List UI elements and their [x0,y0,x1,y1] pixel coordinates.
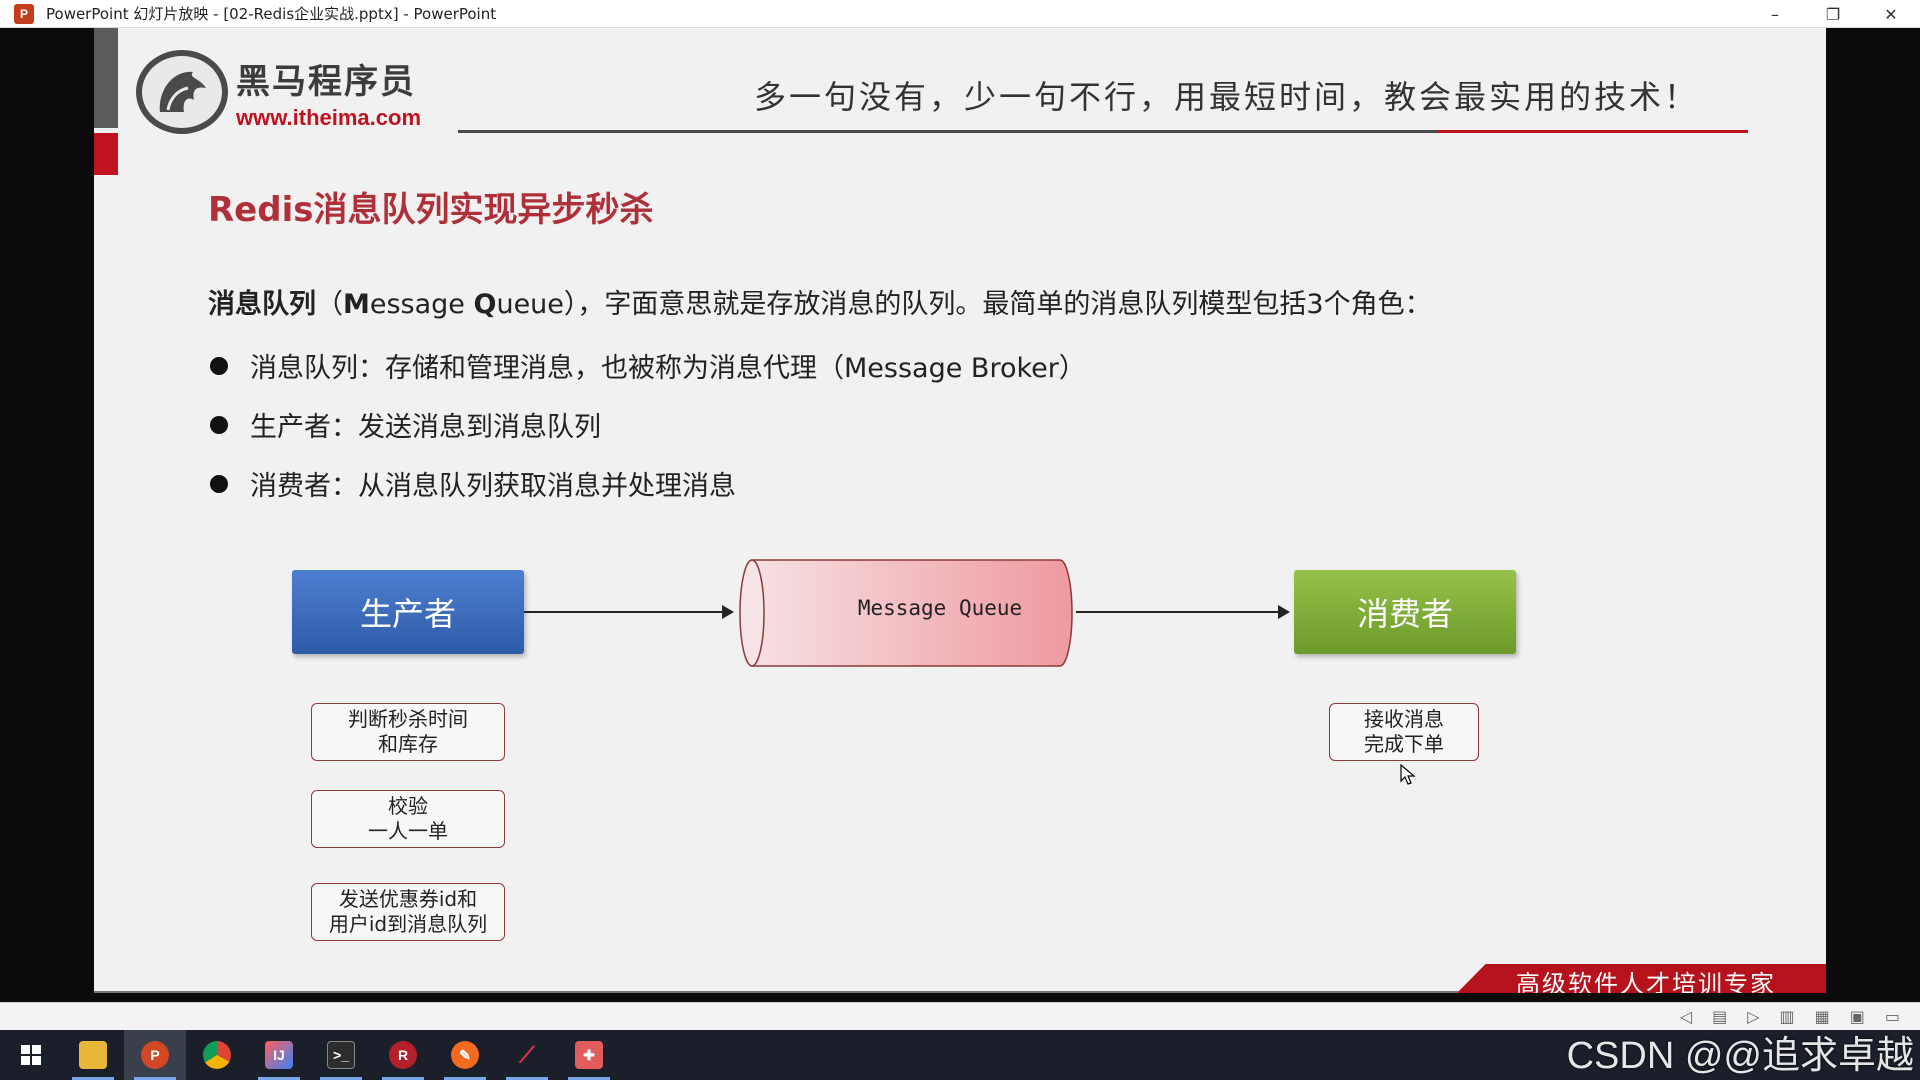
consumer-box: 消费者 [1294,570,1516,654]
mouse-cursor-icon [1400,764,1416,785]
footer-ribbon-text: 高级软件人才培训专家 [1516,970,1776,993]
producer-note-send-to-queue: 发送优惠券id和 用户id到消息队列 [311,883,505,941]
bullet-dot-icon [210,474,228,493]
slide-canvas[interactable]: 黑马程序员 www.itheima.com 多一句没有，少一句不行，用最短时间，… [94,28,1826,993]
close-button[interactable]: ✕ [1862,0,1920,28]
footer-ribbon: 高级软件人才培训专家 [1456,964,1826,993]
producer-note-check-time-stock: 判断秒杀时间 和库存 [311,703,505,761]
queue-to-consumer-arrow [1076,605,1290,619]
powerpoint-icon[interactable]: P [124,1030,186,1080]
horse-logo-icon [136,50,228,134]
pen-tool-icon[interactable]: ⟋ [496,1030,558,1080]
window-titlebar: P PowerPoint 幻灯片放映 - [02-Redis企业实战.pptx]… [0,0,1920,28]
bullet-item: 消息队列：存储和管理消息，也被称为消息代理（Message Broker） [208,336,1086,395]
csdn-watermark: CSDN @@追求卓越 [1566,1035,1914,1077]
restore-button[interactable]: ❐ [1804,0,1862,28]
bullet-item: 消费者：从消息队列获取消息并处理消息 [208,454,1086,513]
bullet-list: 消息队列：存储和管理消息，也被称为消息代理（Message Broker） 生产… [208,336,1086,513]
file-explorer-icon[interactable] [62,1030,124,1080]
logo-chinese-name: 黑马程序员 [236,61,416,102]
terminal-icon[interactable]: >_ [310,1030,372,1080]
header-underline-dark [458,130,1438,133]
intro-paragraph: 消息队列（Message Queue），字面意思就是存放消息的队列。最简单的消息… [208,289,1432,320]
annotation-tool-icon[interactable]: ✚ [558,1030,620,1080]
redis-client-icon[interactable]: R [372,1030,434,1080]
bullet-item: 生产者：发送消息到消息队列 [208,395,1086,454]
left-accent-bar-gray [94,28,118,128]
bullet-dot-icon [210,415,228,434]
producer-note-one-per-user: 校验 一人一单 [311,790,505,848]
logo-url: www.itheima.com [236,104,422,130]
producer-box: 生产者 [292,570,524,654]
left-accent-bar-red [94,133,118,175]
minimize-button[interactable]: – [1746,0,1804,28]
intro-term: 消息队列 [208,289,316,320]
message-queue-label: Message Queue [857,596,1023,620]
bullet-dot-icon [210,356,228,375]
header-slogan: 多一句没有，少一句不行，用最短时间，教会最实用的技术！ [754,78,1700,116]
orange-app-icon[interactable]: ✎ [434,1030,496,1080]
slide-title: Redis消息队列实现异步秒杀 [208,190,654,230]
itheima-logo: 黑马程序员 www.itheima.com [136,50,421,134]
consumer-note-complete-order: 接收消息 完成下单 [1329,703,1479,761]
window-title: PowerPoint 幻灯片放映 - [02-Redis企业实战.pptx] -… [46,5,497,23]
header-underline-red [1438,130,1748,133]
windows-start-icon[interactable] [0,1030,62,1080]
window-controls: – ❐ ✕ [1746,0,1920,28]
powerpoint-app-icon: P [14,3,34,24]
intellij-icon[interactable]: IJ [248,1030,310,1080]
chrome-icon[interactable] [186,1030,248,1080]
producer-to-queue-arrow [524,605,734,619]
